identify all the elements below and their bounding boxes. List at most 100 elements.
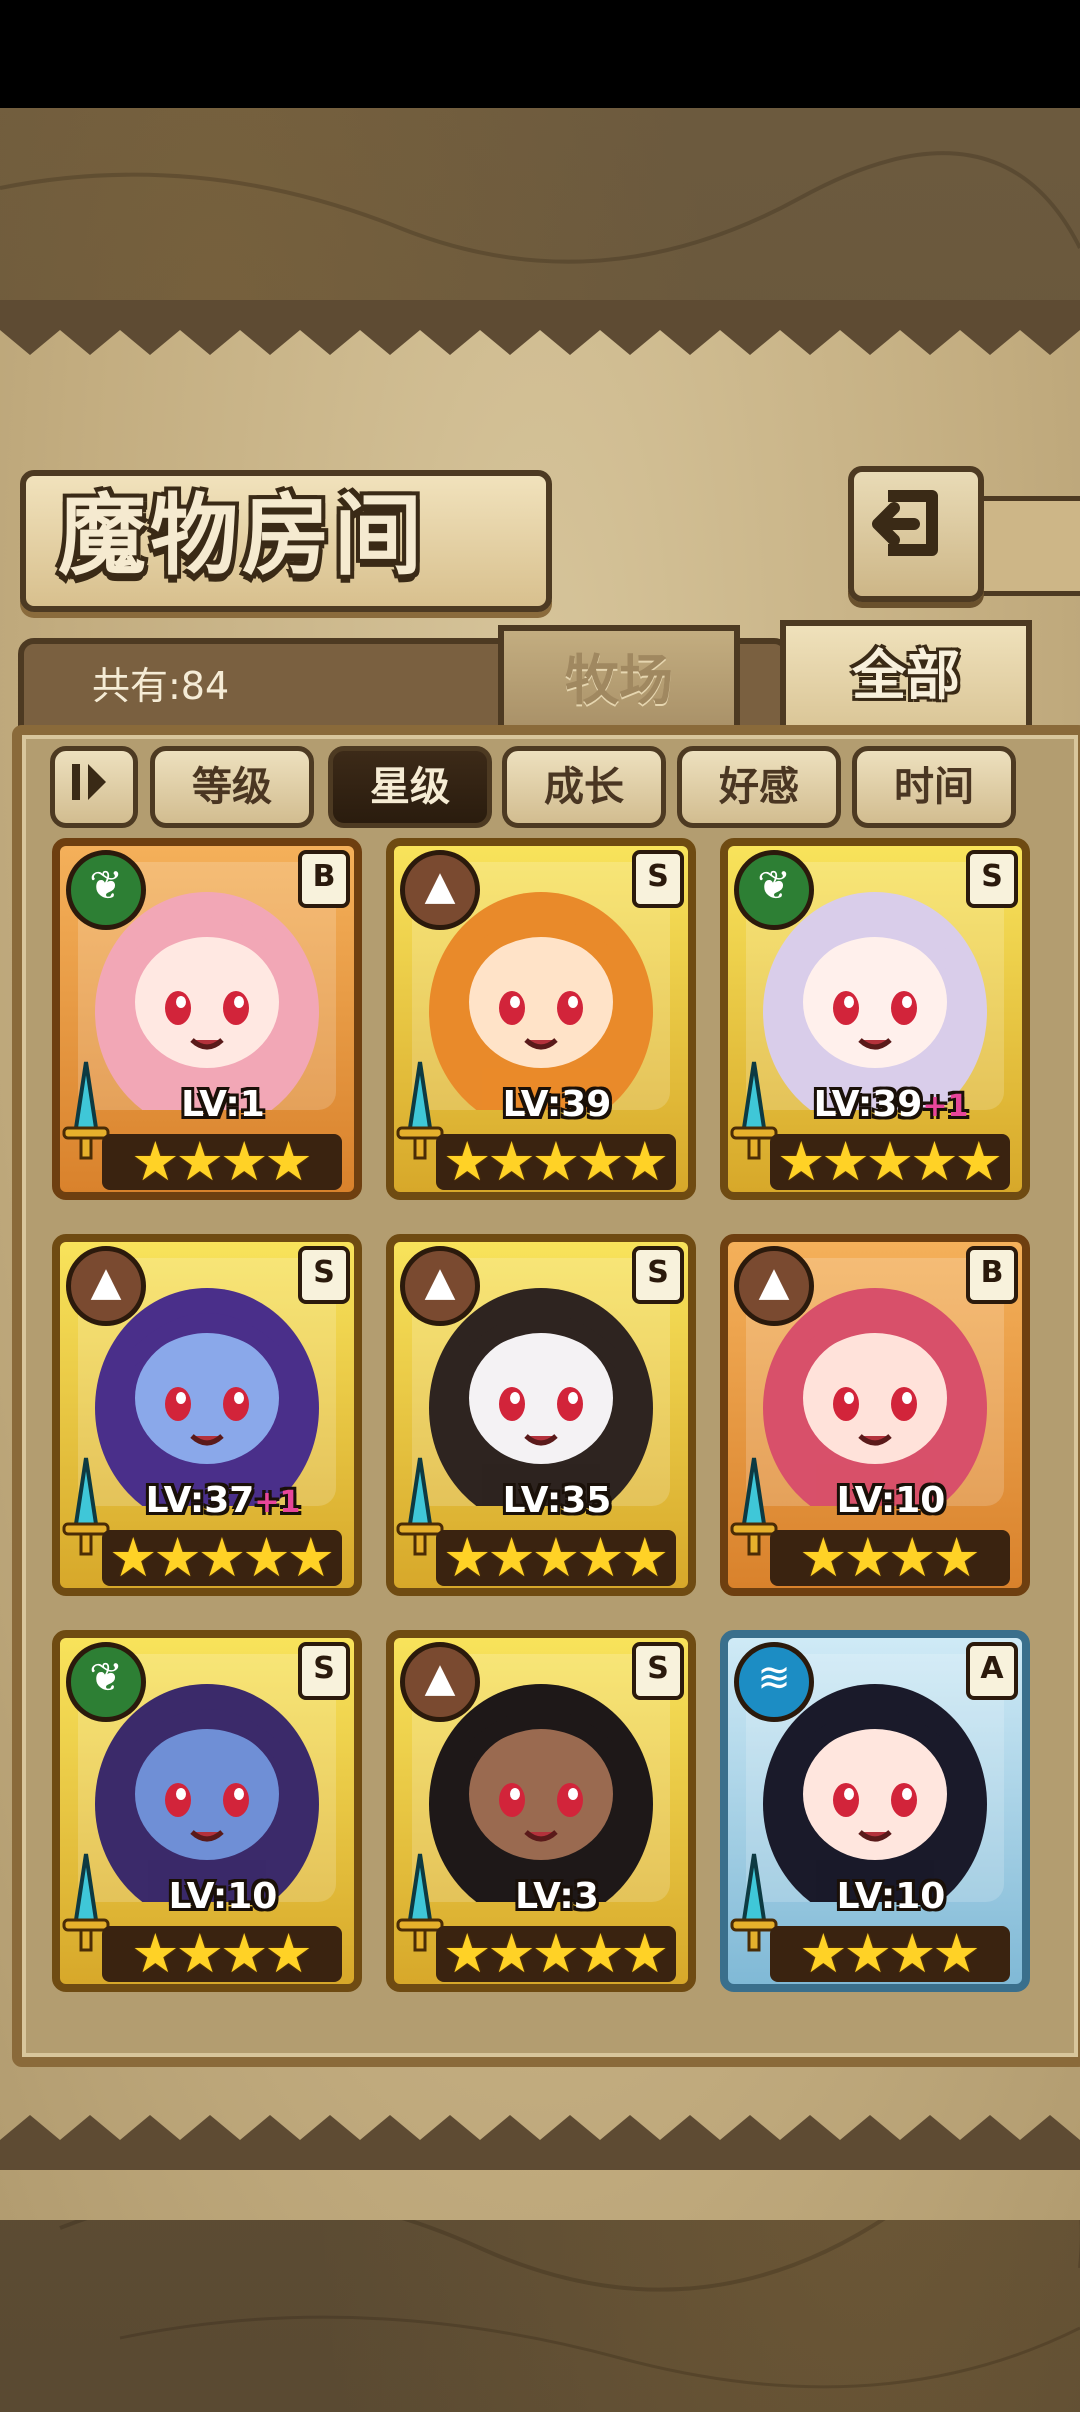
level-value: LV:37: [145, 1480, 255, 1521]
monster-card[interactable]: ▲ B LV:10 ★★★★: [720, 1234, 1030, 1596]
level-label: LV:35: [442, 1480, 672, 1521]
filter-star[interactable]: 星级: [328, 746, 492, 828]
level-value: LV:10: [836, 1876, 946, 1917]
star-icon: ★: [153, 1526, 202, 1589]
star-icon: ★: [932, 1922, 981, 1985]
star-icon: ★: [620, 1130, 670, 1193]
mountain-element-icon: ▲: [66, 1246, 146, 1326]
rank-badge: S: [632, 1246, 684, 1304]
star-icon: ★: [175, 1922, 224, 1985]
monster-card[interactable]: ❦ S LV:39+1 ★★★★★: [720, 838, 1030, 1200]
star-rating: ★★★★★: [436, 1926, 676, 1982]
rank-badge: S: [632, 850, 684, 908]
monster-card[interactable]: ▲ S LV:39 ★★★★★: [386, 838, 696, 1200]
back-bar: [972, 496, 1080, 596]
star-icon: ★: [442, 1922, 492, 1985]
star-icon: ★: [576, 1526, 625, 1589]
star-icon: ★: [131, 1130, 180, 1193]
tab-ranch[interactable]: 牧场: [498, 625, 740, 735]
star-rating: ★★★★: [770, 1926, 1010, 1982]
filter-time[interactable]: 时间: [852, 746, 1016, 828]
level-value: LV:35: [502, 1480, 612, 1521]
level-bonus: +1: [254, 1485, 301, 1520]
star-icon: ★: [531, 1130, 581, 1193]
star-icon: ★: [954, 1130, 1004, 1193]
rank-badge: A: [966, 1642, 1018, 1700]
star-rating: ★★★★: [102, 1926, 342, 1982]
rank-badge: S: [632, 1642, 684, 1700]
star-icon: ★: [108, 1526, 158, 1589]
star-icon: ★: [910, 1130, 959, 1193]
level-label: LV:1: [108, 1084, 338, 1125]
total-count: 共有:84: [92, 664, 230, 708]
back-button[interactable]: [848, 466, 984, 602]
mountain-element-icon: ▲: [400, 1642, 480, 1722]
level-label: LV:3: [442, 1876, 672, 1917]
star-icon: ★: [821, 1130, 870, 1193]
star-icon: ★: [799, 1526, 848, 1589]
star-icon: ★: [576, 1130, 625, 1193]
star-rating: ★★★★★: [436, 1134, 676, 1190]
star-icon: ★: [487, 1130, 536, 1193]
star-icon: ★: [175, 1130, 224, 1193]
star-icon: ★: [264, 1130, 313, 1193]
star-icon: ★: [620, 1526, 670, 1589]
page-title: 魔物房间: [58, 483, 427, 587]
star-icon: ★: [442, 1130, 492, 1193]
monster-card[interactable]: ▲ S LV:3 ★★★★★: [386, 1630, 696, 1992]
filter-affection[interactable]: 好感: [677, 746, 841, 828]
star-icon: ★: [932, 1526, 981, 1589]
star-icon: ★: [799, 1922, 848, 1985]
star-rating: ★★★★★: [770, 1134, 1010, 1190]
star-icon: ★: [843, 1922, 892, 1985]
star-icon: ★: [776, 1130, 826, 1193]
star-icon: ★: [865, 1130, 915, 1193]
monster-card[interactable]: ❦ B LV:1 ★★★★: [52, 838, 362, 1200]
level-value: LV:10: [836, 1480, 946, 1521]
star-icon: ★: [220, 1130, 269, 1193]
star-rating: ★★★★: [102, 1134, 342, 1190]
panel-top-edge: [0, 300, 1080, 355]
star-icon: ★: [131, 1922, 180, 1985]
monster-card[interactable]: ≋ A LV:10 ★★★★: [720, 1630, 1030, 1992]
level-value: LV:39: [813, 1084, 923, 1125]
star-rating: ★★★★★: [436, 1530, 676, 1586]
level-label: LV:37+1: [108, 1480, 338, 1521]
star-icon: ★: [487, 1526, 536, 1589]
star-icon: ★: [242, 1526, 291, 1589]
leaf-element-icon: ❦: [734, 850, 814, 930]
status-bar: [0, 0, 1080, 108]
monster-card[interactable]: ❦ S LV:10 ★★★★: [52, 1630, 362, 1992]
rank-badge: S: [298, 1642, 350, 1700]
level-bonus: +1: [922, 1089, 969, 1124]
rank-badge: S: [966, 850, 1018, 908]
level-label: LV:10: [776, 1480, 1006, 1521]
level-value: LV:3: [515, 1876, 599, 1917]
return-arrow-icon: [872, 490, 938, 556]
star-rating: ★★★★★: [102, 1530, 342, 1586]
mountain-element-icon: ▲: [400, 1246, 480, 1326]
water-element-icon: ≋: [734, 1642, 814, 1722]
star-icon: ★: [620, 1922, 670, 1985]
star-icon: ★: [888, 1526, 937, 1589]
sort-toggle-button[interactable]: [50, 746, 138, 828]
filter-level[interactable]: 等级: [150, 746, 314, 828]
tab-all[interactable]: 全部: [780, 620, 1032, 740]
star-icon: ★: [531, 1526, 581, 1589]
mountain-element-icon: ▲: [400, 850, 480, 930]
sort-toggle-icon: [72, 764, 106, 800]
rank-badge: B: [298, 850, 350, 908]
monster-card[interactable]: ▲ S LV:37+1 ★★★★★: [52, 1234, 362, 1596]
mountain-element-icon: ▲: [734, 1246, 814, 1326]
level-label: LV:10: [776, 1876, 1006, 1917]
level-label: LV:39: [442, 1084, 672, 1125]
star-icon: ★: [220, 1922, 269, 1985]
star-icon: ★: [197, 1526, 247, 1589]
star-icon: ★: [487, 1922, 536, 1985]
level-label: LV:10: [108, 1876, 338, 1917]
level-value: LV:10: [168, 1876, 278, 1917]
star-icon: ★: [576, 1922, 625, 1985]
monster-card[interactable]: ▲ S LV:35 ★★★★★: [386, 1234, 696, 1596]
leaf-element-icon: ❦: [66, 1642, 146, 1722]
filter-growth[interactable]: 成长: [502, 746, 666, 828]
